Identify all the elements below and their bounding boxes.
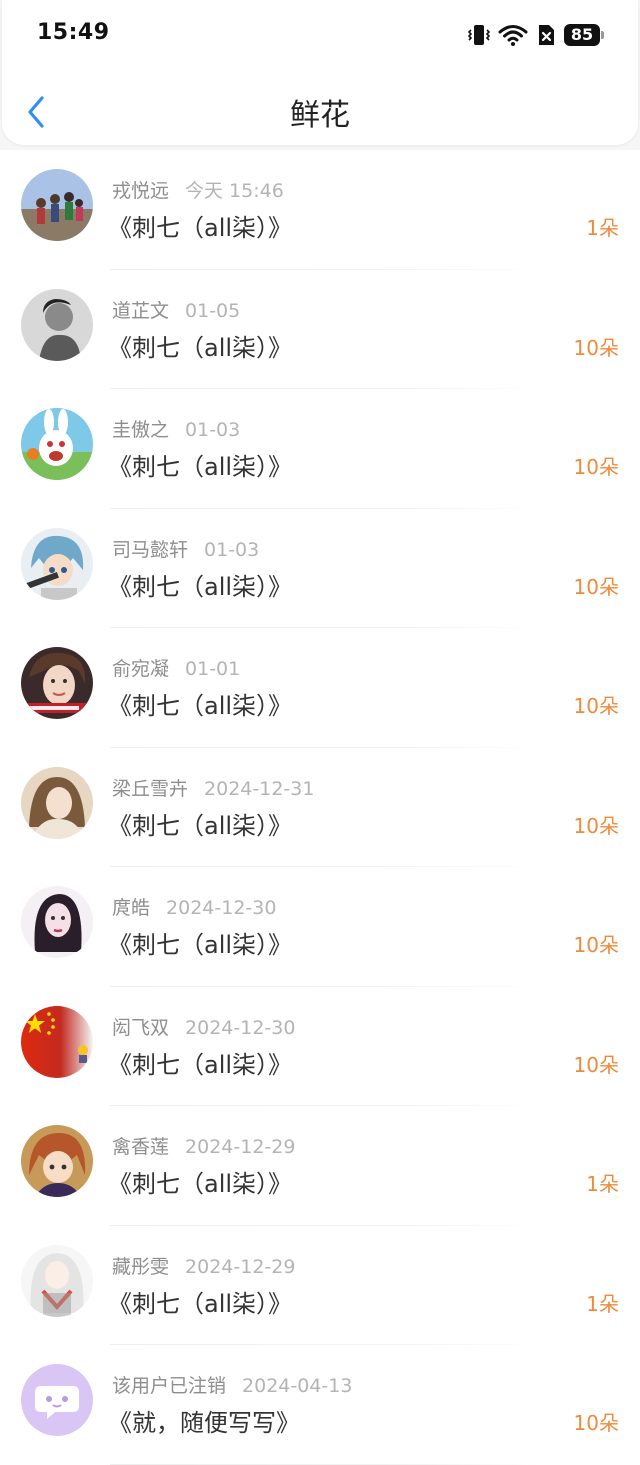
timestamp: 2024-12-29 — [185, 1136, 296, 1158]
avatar-photo-person-icon — [21, 288, 93, 361]
avatar-flag-icon — [21, 1005, 93, 1078]
list-item[interactable]: 道芷文 01-05 《刺七（all柒）》 10朵 — [0, 270, 640, 390]
vibrate-icon — [468, 23, 490, 47]
battery-indicator: 85 — [564, 24, 604, 46]
status-time: 15:49 — [37, 20, 110, 45]
app-header: 15:49 85 鲜花 — [2, 0, 638, 145]
timestamp: 01-05 — [185, 299, 241, 322]
user-name[interactable]: 戎悦远 — [112, 180, 169, 202]
book-title[interactable]: 《刺七（all柒）》 — [108, 925, 292, 960]
book-title[interactable]: 《刺七（all柒）》 — [108, 1045, 292, 1080]
avatar[interactable] — [21, 647, 93, 719]
flower-count: 1朵 — [586, 1172, 619, 1196]
avatar[interactable] — [21, 288, 93, 361]
user-name[interactable]: 庹皓 — [112, 897, 150, 919]
book-title[interactable]: 《刺七（all柒）》 — [108, 1164, 292, 1199]
no-sim-icon — [536, 23, 556, 47]
book-title[interactable]: 《刺七（all柒）》 — [108, 447, 292, 482]
avatar-anime-character-icon — [21, 1125, 93, 1197]
list-item[interactable]: 该用户已注销 2024-04-13 《就，随便写写》 10朵 — [0, 1345, 640, 1465]
avatar-photo-person-icon — [21, 647, 93, 719]
avatar[interactable] — [21, 1244, 93, 1317]
timestamp: 2024-04-13 — [242, 1375, 353, 1397]
timestamp: 2024-12-30 — [166, 897, 277, 919]
list-item[interactable]: 圭傲之 01-03 《刺七（all柒）》 10朵 — [0, 389, 640, 509]
list-item[interactable]: 司马懿轩 01-03 《刺七（all柒）》 10朵 — [0, 509, 640, 629]
avatar-anime-character-icon — [21, 527, 93, 600]
avatar-cartoon-rabbit-icon — [21, 408, 93, 480]
page-title: 鲜花 — [290, 98, 350, 133]
flower-count: 10朵 — [573, 694, 619, 718]
timestamp: 01-03 — [204, 538, 260, 561]
user-name[interactable]: 圭傲之 — [112, 419, 169, 441]
timestamp: 2024-12-30 — [185, 1016, 296, 1039]
flower-count: 10朵 — [573, 933, 619, 957]
user-name[interactable]: 俞宛凝 — [112, 658, 169, 680]
flower-count: 10朵 — [573, 1052, 619, 1077]
avatar[interactable] — [21, 886, 93, 958]
list-item[interactable]: 庹皓 2024-12-30 《刺七（all柒）》 10朵 — [0, 867, 640, 987]
timestamp: 01-01 — [185, 658, 241, 680]
list-item[interactable]: 禽香莲 2024-12-29 《刺七（all柒）》 1朵 — [0, 1106, 640, 1226]
timestamp: 01-03 — [185, 419, 241, 441]
flower-count: 1朵 — [586, 1291, 619, 1316]
avatar[interactable] — [21, 766, 93, 839]
avatar[interactable] — [21, 169, 93, 241]
book-title[interactable]: 《就，随便写写》 — [108, 1403, 300, 1438]
avatar[interactable] — [21, 1125, 93, 1197]
user-name[interactable]: 司马懿轩 — [112, 539, 188, 561]
flower-count: 10朵 — [573, 813, 619, 838]
timestamp: 今天 15:46 — [185, 180, 284, 202]
book-title[interactable]: 《刺七（all柒）》 — [108, 806, 292, 841]
list-item[interactable]: 俞宛凝 01-01 《刺七（all柒）》 10朵 — [0, 628, 640, 748]
user-name[interactable]: 禽香莲 — [112, 1136, 169, 1158]
book-title[interactable]: 《刺七（all柒）》 — [108, 208, 292, 243]
status-icons: 85 — [468, 22, 604, 48]
flower-count: 10朵 — [573, 455, 619, 479]
book-title[interactable]: 《刺七（all柒）》 — [108, 567, 292, 602]
avatar[interactable] — [21, 1005, 93, 1078]
avatar[interactable] — [21, 408, 93, 480]
avatar[interactable] — [21, 527, 93, 600]
avatar-photo-person-icon — [21, 886, 93, 958]
list-item[interactable]: 闳飞双 2024-12-30 《刺七（all柒）》 10朵 — [0, 987, 640, 1107]
list-item[interactable]: 藏彤雯 2024-12-29 《刺七（all柒）》 1朵 — [0, 1226, 640, 1346]
user-name[interactable]: 该用户已注销 — [112, 1375, 226, 1397]
avatar-photo-group-icon — [21, 169, 93, 241]
user-name[interactable]: 道芷文 — [112, 300, 169, 322]
avatar-anime-character-icon — [21, 1244, 93, 1317]
user-name[interactable]: 闳飞双 — [112, 1017, 169, 1039]
avatar-photo-person-icon — [21, 766, 93, 839]
flower-list: 戎悦远 今天 15:46 《刺七（all柒）》 1朵 道芷文 01-05 《刺七（a… — [0, 150, 640, 1465]
book-title[interactable]: 《刺七（all柒）》 — [108, 1284, 292, 1319]
timestamp: 2024-12-31 — [204, 777, 315, 800]
book-title[interactable]: 《刺七（all柒）》 — [108, 686, 292, 721]
flower-count: 10朵 — [573, 335, 619, 360]
avatar[interactable] — [21, 1364, 93, 1436]
flower-count: 10朵 — [573, 574, 619, 599]
avatar-default-chat-icon — [21, 1364, 93, 1436]
user-name[interactable]: 梁丘雪卉 — [112, 778, 188, 800]
wifi-icon — [498, 23, 528, 47]
user-name[interactable]: 藏彤雯 — [112, 1256, 169, 1278]
flower-count: 1朵 — [586, 216, 619, 240]
list-item[interactable]: 戎悦远 今天 15:46 《刺七（all柒）》 1朵 — [0, 150, 640, 270]
book-title[interactable]: 《刺七（all柒）》 — [108, 328, 292, 363]
timestamp: 2024-12-29 — [185, 1255, 296, 1278]
list-item[interactable]: 梁丘雪卉 2024-12-31 《刺七（all柒）》 10朵 — [0, 748, 640, 868]
